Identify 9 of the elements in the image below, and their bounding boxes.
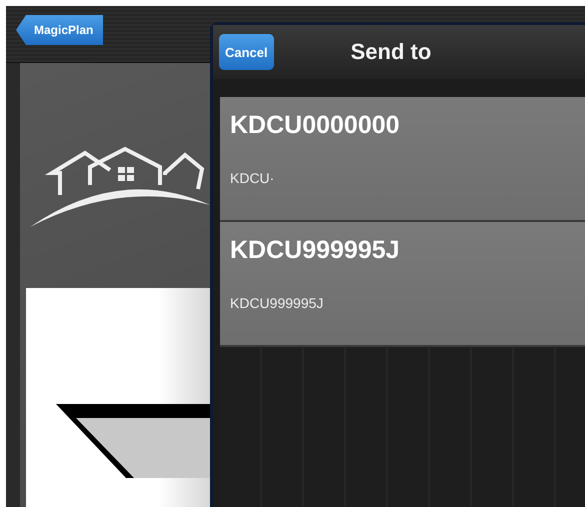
recipient-subtitle: KDCU999995J [230, 295, 324, 311]
recipient-title: KDCU0000000 [230, 111, 400, 140]
back-button[interactable]: MagicPlan [16, 15, 104, 45]
cancel-button[interactable]: Cancel [219, 34, 274, 70]
recipient-subtitle: KDCU· [230, 170, 274, 186]
popover-title: Send to [350, 39, 432, 65]
recipient-item[interactable]: KDCU0000000 KDCU· [220, 97, 585, 222]
recipient-item[interactable]: KDCU999995J KDCU999995J [220, 222, 585, 347]
recipient-title: KDCU999995J [230, 236, 400, 265]
